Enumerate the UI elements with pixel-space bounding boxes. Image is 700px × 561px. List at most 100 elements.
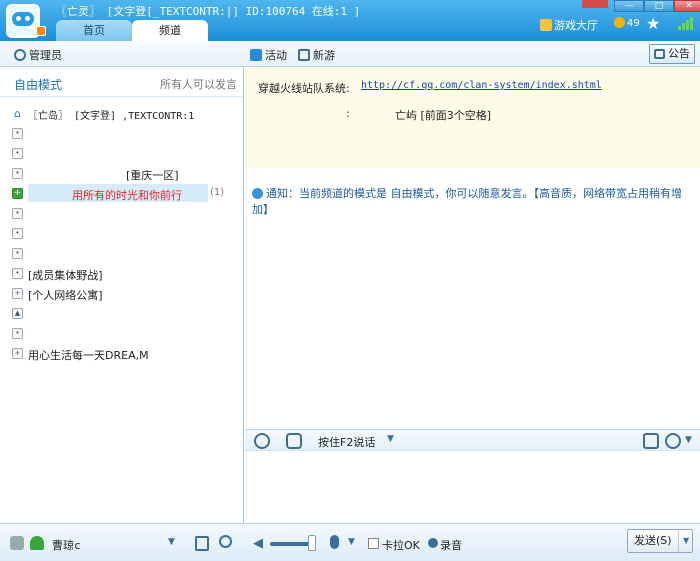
chevron-down-icon[interactable]: ▼ [168,537,175,547]
tree-row[interactable]: • [0,224,243,244]
system-link[interactable]: http://cf.qq.com/clan-system/index.shtml [361,80,602,91]
collapse-icon: • [12,208,23,219]
tree-row-label: 用心生活每一天DREA,M [28,349,149,362]
chevron-down-icon[interactable]: ▼ [683,530,689,552]
info-text: 亡屿 [前面3个空格] [395,109,492,122]
rank-icon [30,536,44,550]
tab-channel[interactable]: 频道 [132,20,208,41]
expand-icon[interactable]: + [12,188,23,199]
input-toolbar: 按住F2说话 ▼ ▼ [245,429,700,451]
coin-counter[interactable]: 49 [614,17,640,29]
tree-row[interactable]: • [0,144,243,164]
logo-badge [36,26,46,36]
collapse-icon: • [12,228,23,239]
system-label: 穿越火线站队系统: [258,82,350,95]
announcement-label: 公告 [668,47,690,60]
tree-row-selected[interactable]: + 用所有的时光和你前行 (1) [0,184,243,204]
star-icon[interactable]: ★ [646,14,660,33]
collapse-icon: • [12,128,23,139]
system-notice: 通知：当前频道的模式是 自由模式，你可以随意发言。【高音质，网络带宽占用稍有增加… [252,186,695,218]
send-divider [678,530,679,552]
tree-row[interactable]: • [0,124,243,144]
push-to-talk-label[interactable]: 按住F2说话 [318,434,375,450]
channel-tree-panel: 自由模式 所有人可以发言 ⌂ 〖亡岛〗 [文字登] ,TEXTCONTR:1 •… [0,67,244,523]
tree-row[interactable]: • [0,204,243,224]
collapse-icon: • [12,268,23,279]
record-icon[interactable] [428,538,438,548]
tree-row[interactable]: ▲ [0,304,243,324]
record-label: 录音 [440,539,462,552]
title-bar: 〖亡灵〗 [文字登[_TEXTCONTR:|] ID:100764 在线:1 ]… [0,0,700,41]
message-input[interactable] [245,451,700,523]
tree-row[interactable]: • [0,324,243,344]
search-icon[interactable] [219,535,232,548]
collapse-icon: • [12,328,23,339]
admin-button[interactable]: 管理员 [14,47,62,63]
emoji-icon[interactable] [254,433,270,449]
chevron-down-icon[interactable]: ▼ [685,435,692,445]
mode-label[interactable]: 自由模式 [14,76,62,93]
announcement-icon [654,49,665,59]
lock-icon: ▲ [12,308,23,319]
activity-label: 活动 [265,49,287,62]
close-button[interactable]: ✕ [674,0,700,12]
home-icon: ⌂ [14,107,21,120]
minimize-button[interactable]: — [614,0,644,12]
info-colon: : [346,107,350,120]
channel-toolbar: 管理员 活动 新游 公告 [0,41,700,67]
toolbox-icon[interactable] [643,433,659,449]
chat-messages: 通知：当前频道的模式是 自由模式，你可以随意发言。【高音质，网络带宽占用稍有增加… [245,168,700,429]
collapse-icon: • [12,168,23,179]
microphone-icon[interactable] [330,535,339,549]
activity-button[interactable]: 活动 [250,47,287,63]
member-count: (1) [210,187,225,198]
volume-slider-handle[interactable] [308,535,316,551]
tree-row-root[interactable]: ⌂ 〖亡岛〗 [文字登] ,TEXTCONTR:1 [0,104,243,124]
game-hall-icon [540,19,552,31]
skin-icon[interactable] [582,0,608,8]
app-logo [6,4,40,38]
tree-row[interactable]: + [个人网络公寓] [0,284,243,304]
mode-hint: 所有人可以发言 [160,78,237,91]
new-game-label: 新游 [313,49,335,62]
tree-row[interactable]: + 用心生活每一天DREA,M [0,344,243,364]
announcement-button[interactable]: 公告 [649,44,695,64]
expand-icon: + [12,348,23,359]
new-game-button[interactable]: 新游 [298,47,335,63]
tree-row[interactable]: • [0,244,243,264]
face-icon[interactable] [286,433,302,449]
speaker-icon[interactable]: ◀ [253,536,263,551]
tree-row-label: [重庆一区] [126,169,179,182]
game-hall-label: 游戏大厅 [554,19,598,32]
admin-icon [14,49,26,61]
document-icon[interactable] [195,536,209,551]
tree-row[interactable]: • [重庆一区] [0,164,243,184]
admin-label: 管理员 [29,49,62,62]
channel-info-panel: 穿越火线站队系统: http://cf.qq.com/clan-system/i… [245,68,700,168]
avatar[interactable] [10,536,24,550]
mode-bar: 自由模式 所有人可以发言 [0,67,243,97]
tree-row-label: [成员集体野战] [28,269,103,282]
tab-home[interactable]: 首页 [56,20,132,41]
bottom-bar: 曹琼c ▼ ◀ ▼ 卡拉OK 录音 发送(S) ▼ [0,523,700,561]
chat-options-icon[interactable] [665,433,681,449]
coin-count: 49 [627,18,640,29]
maximize-button[interactable]: □ [644,0,674,12]
collapse-icon: • [12,248,23,259]
notice-text: 通知：当前频道的模式是 自由模式，你可以随意发言。【高音质，网络带宽占用稍有增加… [252,187,682,216]
game-hall-link[interactable]: 游戏大厅 [540,17,598,33]
collapse-icon: • [12,148,23,159]
gamepad-icon [298,49,310,61]
signal-strength-icon [668,16,696,30]
send-label: 发送(S) [634,534,672,547]
tree-row-label: 用所有的时光和你前行 [72,189,182,202]
tree-row[interactable]: • [成员集体野战] [0,264,243,284]
tree-row-label: [个人网络公寓] [28,289,103,302]
chevron-down-icon[interactable]: ▼ [348,537,355,547]
send-button[interactable]: 发送(S) ▼ [627,529,693,553]
chevron-down-icon[interactable]: ▼ [387,434,394,444]
window-title: 〖亡灵〗 [文字登[_TEXTCONTR:|] ID:100764 在线:1 ] [56,5,361,18]
karaoke-checkbox[interactable] [368,538,379,549]
activity-icon [250,49,262,61]
coin-icon [614,17,625,28]
